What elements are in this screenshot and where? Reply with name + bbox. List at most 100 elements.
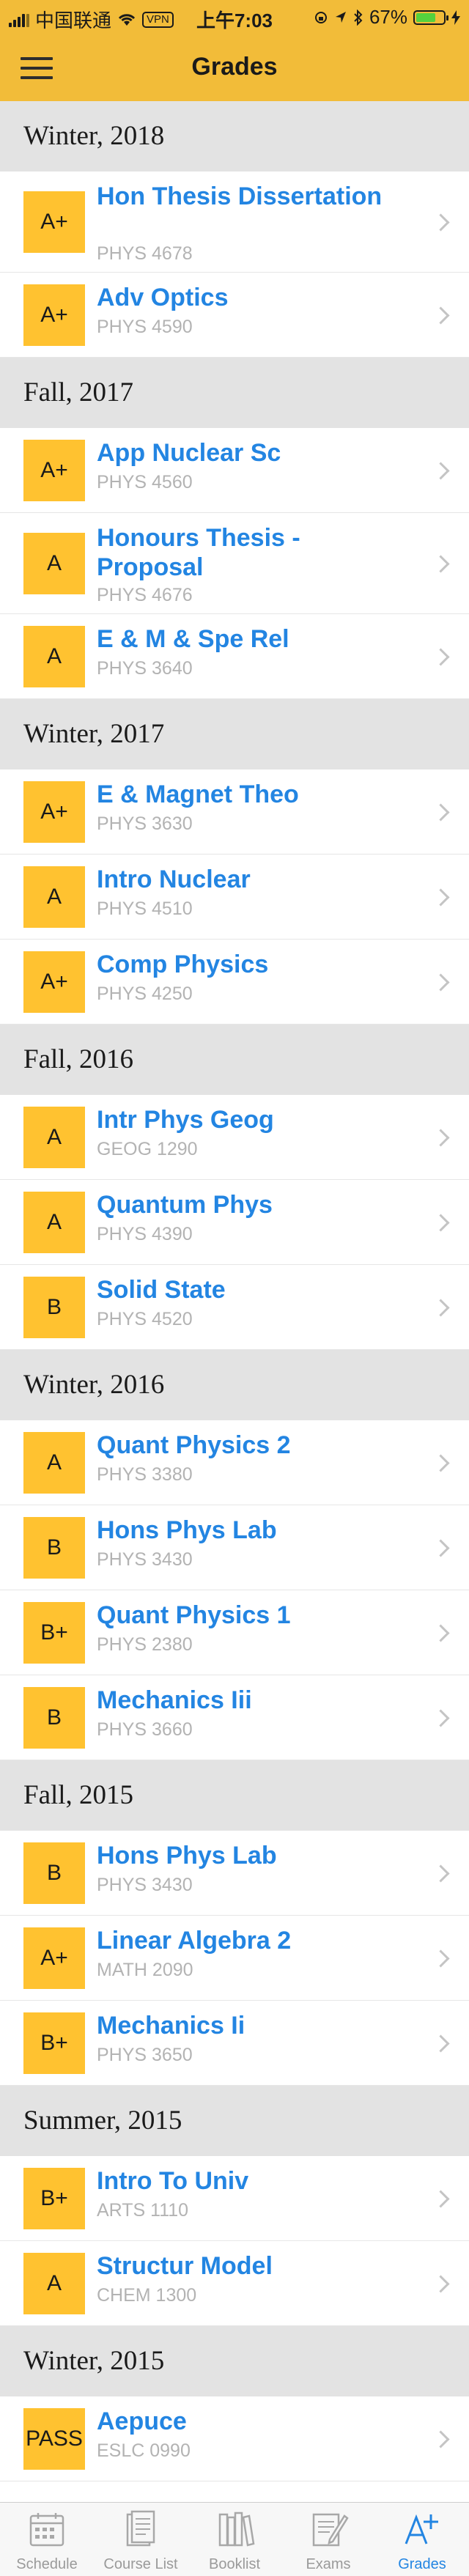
grade-badge: A+: [23, 780, 85, 843]
course-code: GEOG 1290: [97, 1139, 198, 1159]
course-row[interactable]: A Intro Nuclear PHYS 4510: [0, 855, 469, 940]
course-row[interactable]: B Hons Phys Lab PHYS 3430: [0, 1505, 469, 1590]
calendar-icon: [29, 2513, 64, 2547]
course-title: Mechanics Ii: [97, 2012, 245, 2040]
course-code: PHYS 4678: [97, 243, 193, 264]
course-row[interactable]: A E & M & Spe Rel PHYS 3640: [0, 614, 469, 699]
grade-badge: A: [23, 532, 85, 594]
course-row[interactable]: B+ Intro To Univ ARTS 1110: [0, 2156, 469, 2241]
location-icon: [335, 11, 346, 23]
chevron-right-icon: [432, 213, 450, 232]
course-row[interactable]: B Solid State PHYS 4520: [0, 1265, 469, 1350]
section-header: Winter, 2018: [0, 101, 469, 171]
grade-badge: B+: [23, 1601, 85, 1664]
course-title: Linear Algebra 2: [97, 1927, 292, 1955]
course-row[interactable]: A Quant Physics 2 PHYS 3380: [0, 1420, 469, 1505]
chevron-right-icon: [432, 1708, 450, 1727]
chevron-right-icon: [432, 647, 450, 666]
grade-badge: B: [23, 1842, 85, 1904]
course-code: PHYS 4510: [97, 898, 193, 919]
course-title: Hon Thesis Dissertation: [97, 182, 383, 210]
course-row[interactable]: A+ App Nuclear Sc PHYS 4560: [0, 428, 469, 513]
course-row[interactable]: A+ Adv Optics PHYS 4590: [0, 273, 469, 358]
chevron-right-icon: [432, 1864, 450, 1883]
grades-list: Winter, 2018 A+ Hon Thesis Dissertation PHY…: [0, 101, 469, 2481]
section-header: Summer, 2015: [0, 2086, 469, 2156]
course-title: Comp Physics: [97, 951, 269, 978]
grade-badge: PASS: [23, 2407, 85, 2470]
grade-badge: A: [23, 1431, 85, 1494]
chevron-right-icon: [432, 973, 450, 992]
chevron-right-icon: [432, 2189, 450, 2208]
course-title: Honours Thesis - Proposal: [97, 524, 300, 581]
course-title: Aepuce: [97, 2407, 187, 2435]
course-row[interactable]: A+ E & Magnet Theo PHYS 3630: [0, 770, 469, 855]
chevron-right-icon: [432, 1298, 450, 1317]
tab-exams[interactable]: Exams: [281, 2503, 375, 2576]
course-row[interactable]: A Structur Model CHEM 1300: [0, 2241, 469, 2326]
grade-badge: B+: [23, 2167, 85, 2229]
chevron-right-icon: [432, 554, 450, 573]
course-title: E & Magnet Theo: [97, 780, 299, 808]
course-row[interactable]: PASS Aepuce ESLC 0990: [0, 2396, 469, 2481]
course-row[interactable]: B Hons Phys Lab PHYS 3430: [0, 1831, 469, 1916]
section-header: Fall, 2017: [0, 358, 469, 428]
document-list-icon: [126, 2510, 155, 2547]
course-code: PHYS 3630: [97, 813, 193, 834]
books-icon: [218, 2512, 255, 2547]
tab-label: Course List: [103, 2556, 178, 2572]
course-row[interactable]: B+ Quant Physics 1 PHYS 2380: [0, 1590, 469, 1675]
course-title: Hons Phys Lab: [97, 1516, 277, 1544]
status-bar: 中国联通 VPN 上午7:03 67%: [0, 0, 469, 37]
grade-badge: B+: [23, 2012, 85, 2074]
course-row[interactable]: B Mechanics Iii PHYS 3660: [0, 1675, 469, 1760]
chevron-right-icon: [432, 802, 450, 822]
grade-badge: A+: [23, 284, 85, 346]
lock-rotation-icon: [314, 11, 327, 23]
nav-bar: Grades: [0, 37, 469, 101]
a-plus-icon: [405, 2514, 438, 2544]
grade-badge: A: [23, 1106, 85, 1168]
course-row[interactable]: A Honours Thesis - Proposal PHYS 4676: [0, 513, 469, 614]
chevron-right-icon: [432, 1213, 450, 1232]
tab-grades[interactable]: Grades: [375, 2503, 469, 2576]
tab-booklist[interactable]: Booklist: [188, 2503, 281, 2576]
chevron-right-icon: [432, 1128, 450, 1147]
course-code: PHYS 4590: [97, 317, 193, 337]
section-header: Fall, 2015: [0, 1760, 469, 1831]
page-title: Grades: [191, 53, 278, 81]
course-title: Intro Nuclear: [97, 866, 251, 893]
course-code: CHEM 1300: [97, 2285, 197, 2306]
tab-schedule[interactable]: Schedule: [0, 2503, 94, 2576]
course-row[interactable]: A Intr Phys Geog GEOG 1290: [0, 1095, 469, 1180]
grade-badge: B: [23, 1276, 85, 1338]
course-row[interactable]: A+ Linear Algebra 2 MATH 2090: [0, 1916, 469, 2001]
section-header: Fall, 2016: [0, 1025, 469, 1095]
course-row[interactable]: A+ Comp Physics PHYS 4250: [0, 940, 469, 1025]
grade-badge: B: [23, 1516, 85, 1579]
chevron-right-icon: [432, 1949, 450, 1968]
course-title: Intr Phys Geog: [97, 1106, 274, 1134]
course-code: PHYS 4520: [97, 1309, 193, 1329]
course-title: Mechanics Iii: [97, 1686, 252, 1714]
tab-course-list[interactable]: Course List: [94, 2503, 188, 2576]
course-code: PHYS 3660: [97, 1719, 193, 1740]
chevron-right-icon: [432, 1538, 450, 1557]
bluetooth-icon: [354, 9, 363, 26]
course-row[interactable]: A+ Hon Thesis Dissertation PHYS 4678: [0, 171, 469, 273]
course-code: ESLC 0990: [97, 2440, 191, 2461]
grade-badge: B: [23, 1686, 85, 1749]
section-header: Winter, 2017: [0, 699, 469, 770]
grade-badge: A+: [23, 951, 85, 1013]
chevron-right-icon: [432, 2429, 450, 2448]
tab-bar: Schedule Course List Booklist Exams Grad…: [0, 2502, 469, 2576]
course-code: PHYS 3640: [97, 658, 193, 679]
course-row[interactable]: A Quantum Phys PHYS 4390: [0, 1180, 469, 1265]
battery-icon: [413, 10, 448, 25]
course-row[interactable]: B+ Mechanics Ii PHYS 3650: [0, 2001, 469, 2086]
chevron-right-icon: [432, 306, 450, 325]
course-code: PHYS 4676: [97, 585, 193, 605]
course-code: ARTS 1110: [97, 2200, 189, 2221]
status-right: 67%: [314, 6, 460, 29]
chevron-right-icon: [432, 461, 450, 480]
